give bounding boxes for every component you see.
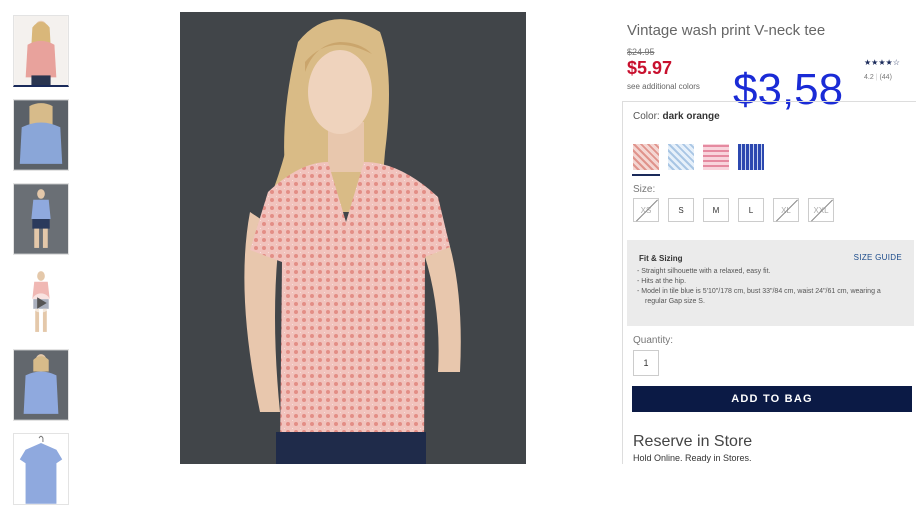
color-label: Color: dark orange [633, 111, 720, 122]
thumbnail-2-image [14, 100, 68, 170]
thumbnail-1-image [14, 16, 68, 85]
thumbnail-1[interactable] [13, 15, 69, 87]
rating-summary[interactable]: 4.2 | (44) [864, 74, 892, 81]
selected-swatch-indicator [632, 174, 660, 176]
original-price: $24.95 [627, 47, 655, 57]
fit-details-list: - Straight silhouette with a relaxed, ea… [637, 267, 897, 307]
sale-price: $5.97 [627, 58, 673, 78]
swatch-pink[interactable] [703, 144, 729, 170]
see-additional-colors-link[interactable]: see additional colors [627, 82, 700, 91]
product-title: Vintage wash print V-neck tee [627, 22, 826, 39]
fit-sizing-title: Fit & Sizing [639, 254, 683, 263]
rating-value: 4.2 [864, 74, 874, 81]
fit-detail-item: - Hits at the hip. [637, 278, 687, 285]
thumbnail-5[interactable] [13, 349, 69, 421]
fit-sizing-panel: Fit & Sizing SIZE GUIDE - Straight silho… [627, 240, 914, 326]
swatch-light-blue[interactable] [668, 144, 694, 170]
swatch-dark-orange[interactable] [633, 144, 659, 170]
size-guide-link[interactable]: SIZE GUIDE [854, 253, 902, 262]
size-m-button[interactable]: M [703, 198, 729, 222]
thumbnail-6-image [14, 434, 68, 504]
thumbnail-4-image [14, 268, 68, 338]
thumbnail-6[interactable] [13, 433, 69, 505]
size-xs-button[interactable]: XS [633, 198, 659, 222]
quantity-label: Quantity: [633, 335, 674, 346]
size-xxl-button[interactable]: XXL [808, 198, 834, 222]
thumbnail-5-image [14, 350, 68, 420]
thumbnail-2[interactable] [13, 99, 69, 171]
rating-count: (44) [879, 74, 892, 81]
size-l-button[interactable]: L [738, 198, 764, 222]
overlay-price-annotation: $3,58 [733, 65, 844, 114]
thumbnail-4-video[interactable] [13, 267, 69, 339]
thumbnail-3-image [14, 184, 68, 254]
fit-detail-item: - Model in tile blue is 5'10"/178 cm, bu… [637, 288, 881, 305]
main-product-image[interactable] [180, 12, 526, 464]
reserve-in-store-title[interactable]: Reserve in Store [633, 433, 752, 451]
thumbnail-3[interactable] [13, 183, 69, 255]
panel-left-border [622, 101, 623, 464]
size-s-button[interactable]: S [668, 198, 694, 222]
size-label: Size: [633, 184, 656, 195]
size-xl-button[interactable]: XL [773, 198, 799, 222]
swatch-blue[interactable] [738, 144, 764, 170]
model-photo [180, 12, 526, 464]
add-to-bag-button[interactable]: ADD TO BAG [632, 386, 912, 412]
reserve-in-store-subtitle: Hold Online. Ready in Stores. [633, 453, 752, 463]
star-rating-icon[interactable]: ★★★★☆ [864, 58, 900, 67]
quantity-input[interactable]: 1 [633, 350, 659, 376]
fit-detail-item: - Straight silhouette with a relaxed, ea… [637, 268, 771, 275]
selected-color-name: dark orange [662, 111, 720, 122]
panel-top-border [622, 101, 916, 102]
